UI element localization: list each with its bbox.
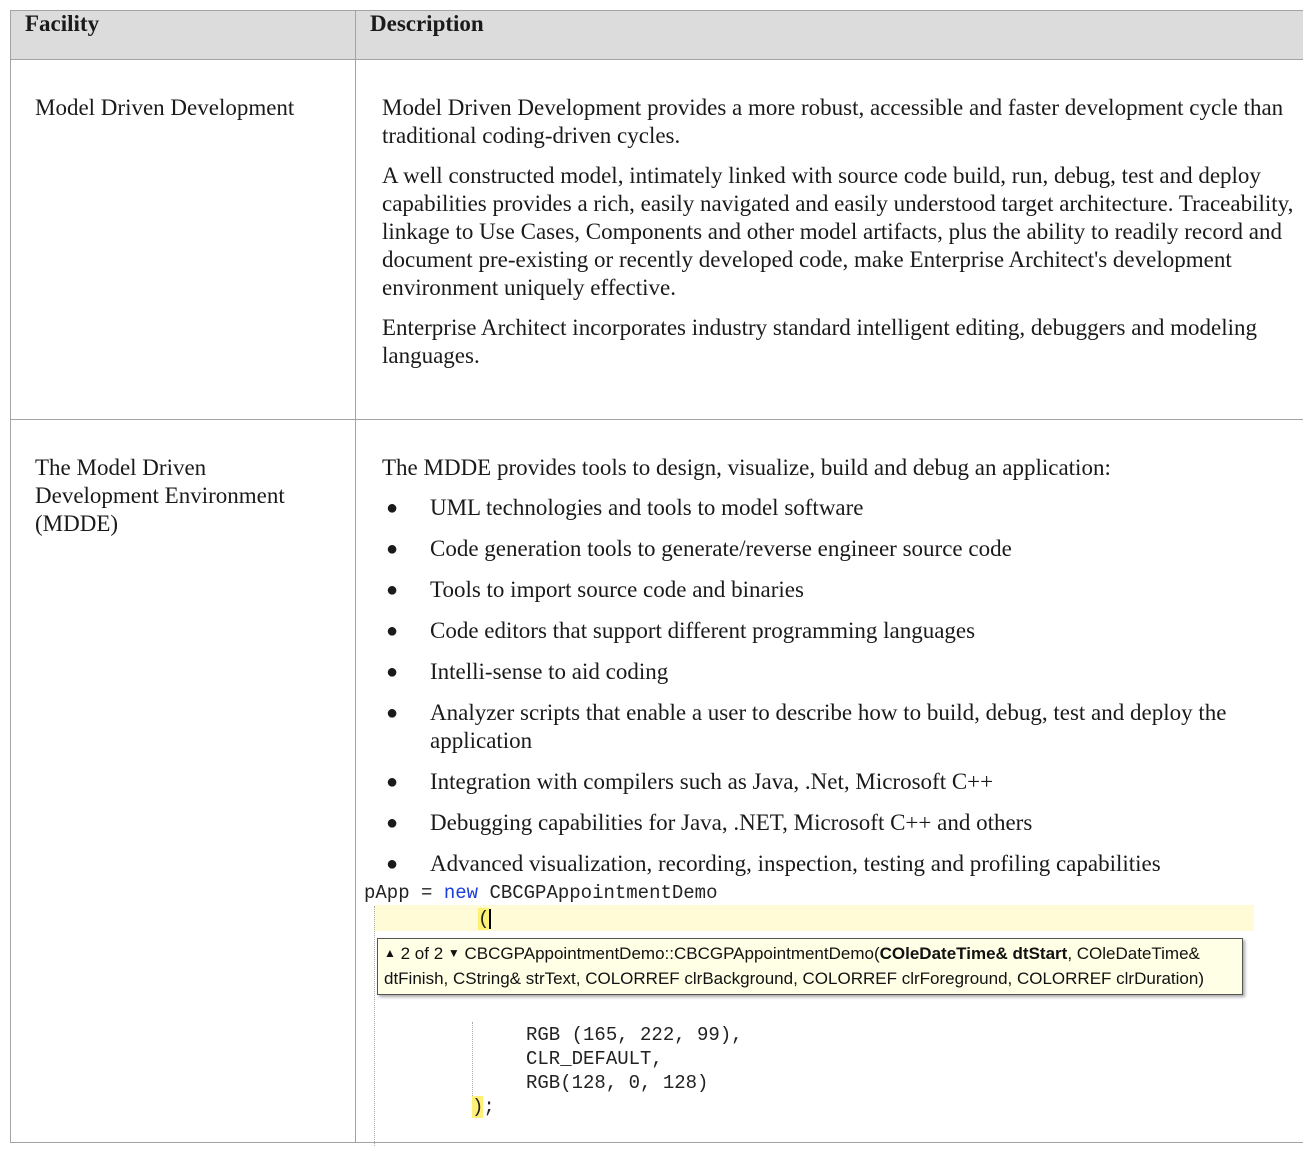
header-row: Facility Description bbox=[10, 10, 1303, 60]
code-line: pApp = new CBCGPAppointmentDemo bbox=[364, 882, 718, 904]
facility-cell: The Model Driven Development Environment… bbox=[10, 419, 356, 1143]
list-item: ● Code editors that support different pro… bbox=[382, 617, 1297, 645]
column-header-description: Description bbox=[355, 10, 1303, 60]
list-item: ● Code generation tools to generate/rever… bbox=[382, 535, 1297, 563]
code-token: ; bbox=[483, 1096, 495, 1118]
bullet-icon: ● bbox=[386, 702, 399, 724]
list-item: ● Advanced visualization, recording, insp… bbox=[382, 850, 1297, 878]
code-bracket: ( bbox=[478, 908, 490, 930]
bullet-icon: ● bbox=[386, 497, 399, 519]
next-overload-icon[interactable]: ▼ bbox=[448, 942, 460, 965]
list-item-text: UML technologies and tools to model soft… bbox=[430, 495, 864, 520]
intellisense-tooltip: ▲ 2 of 2 ▼ CBCGPAppointmentDemo::CBCGPAp… bbox=[377, 938, 1243, 995]
signature-start: CBCGPAppointmentDemo::CBCGPAppointmentDe… bbox=[464, 944, 880, 963]
indent-guide bbox=[374, 906, 375, 1146]
text-caret bbox=[489, 908, 492, 929]
bullet-icon: ● bbox=[386, 620, 399, 642]
bullet-icon: ● bbox=[386, 661, 399, 683]
overload-counter: 2 of 2 bbox=[400, 944, 444, 963]
description-paragraph: Model Driven Development provides a more… bbox=[382, 95, 1284, 148]
code-token: CBCGPAppointmentDemo bbox=[478, 882, 718, 904]
code-bracket: ) bbox=[472, 1096, 484, 1118]
list-item-text: Integration with compilers such as Java,… bbox=[430, 769, 994, 794]
description-cell: The MDDE provides tools to design, visua… bbox=[355, 419, 1303, 1146]
code-line: ( bbox=[478, 908, 492, 930]
facility-table: Facility Description Model Driven Develo… bbox=[10, 10, 1303, 1146]
table-row: Model Driven Development Model Driven De… bbox=[10, 59, 1303, 420]
list-item: ● Debugging capabilities for Java, .NET, … bbox=[382, 809, 1297, 837]
current-line-highlight bbox=[374, 905, 1254, 931]
code-editor-screenshot: pApp = new CBCGPAppointmentDemo ( ▲ 2 of… bbox=[360, 882, 1260, 1146]
list-item: ● Integration with compilers such as Java… bbox=[382, 768, 1297, 796]
description-paragraph: Enterprise Architect incorporates indust… bbox=[382, 315, 1258, 368]
bullet-icon: ● bbox=[386, 579, 399, 601]
bullet-icon: ● bbox=[386, 853, 399, 875]
column-header-facility: Facility bbox=[10, 10, 356, 60]
list-item: ● UML technologies and tools to model sof… bbox=[382, 494, 1297, 522]
description-cell: Model Driven Development provides a more… bbox=[355, 59, 1303, 420]
facility-cell: Model Driven Development bbox=[10, 59, 356, 420]
code-line: CLR_DEFAULT, bbox=[526, 1048, 663, 1070]
description-intro: The MDDE provides tools to design, visua… bbox=[382, 455, 1111, 480]
list-item-text: Analyzer scripts that enable a user to d… bbox=[430, 700, 1227, 753]
bullet-icon: ● bbox=[386, 812, 399, 834]
signature-current-param: COleDateTime& dtStart bbox=[879, 944, 1068, 963]
bullet-icon: ● bbox=[386, 771, 399, 793]
table-row: The Model Driven Development Environment… bbox=[10, 419, 1303, 1146]
code-keyword: new bbox=[443, 882, 479, 904]
list-item: ● Tools to import source code and binarie… bbox=[382, 576, 1297, 604]
description-paragraph: A well constructed model, intimately lin… bbox=[382, 163, 1294, 300]
bullet-icon: ● bbox=[386, 538, 399, 560]
list-item-text: Advanced visualization, recording, inspe… bbox=[430, 851, 1161, 876]
code-token: pApp = bbox=[364, 882, 444, 904]
list-item: ● Intelli-sense to aid coding bbox=[382, 658, 1297, 686]
list-item-text: Tools to import source code and binaries bbox=[430, 577, 804, 602]
list-item-text: Intelli-sense to aid coding bbox=[430, 659, 669, 684]
previous-overload-icon[interactable]: ▲ bbox=[384, 942, 396, 965]
code-line: RGB (165, 222, 99), bbox=[526, 1024, 743, 1046]
list-item-text: Code generation tools to generate/revers… bbox=[430, 536, 1012, 561]
feature-list: ● UML technologies and tools to model sof… bbox=[382, 494, 1297, 878]
code-line: RGB(128, 0, 128) bbox=[526, 1072, 709, 1094]
list-item: ● Analyzer scripts that enable a user to … bbox=[382, 699, 1297, 755]
list-item-text: Code editors that support different prog… bbox=[430, 618, 976, 643]
list-item-text: Debugging capabilities for Java, .NET, M… bbox=[430, 810, 1033, 835]
code-line: ); bbox=[472, 1096, 495, 1118]
